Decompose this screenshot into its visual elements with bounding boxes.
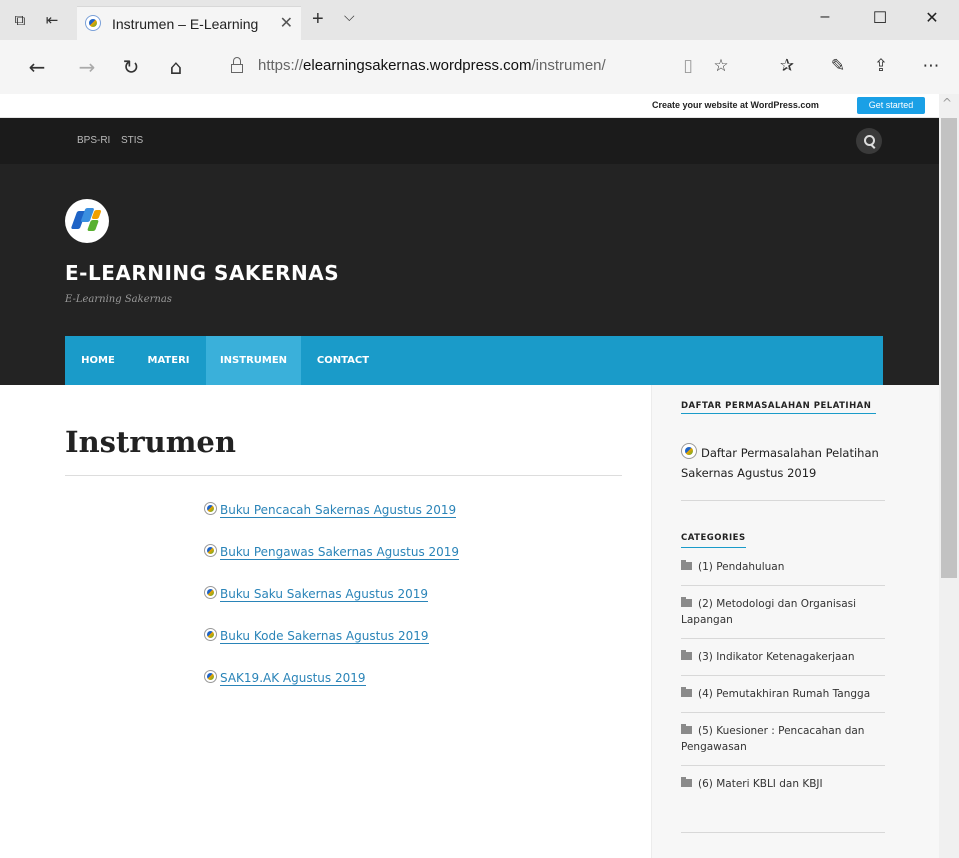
close-window-icon[interactable]: ✕ (912, 8, 952, 32)
top-nav: BPS-RI STIS (0, 118, 939, 164)
document-icon (681, 443, 697, 459)
category-item[interactable]: (5) Kuesioner : Pencacahan dan Pengawasa… (681, 723, 885, 755)
category-divider (681, 585, 885, 586)
instrument-link[interactable]: Buku Saku Sakernas Agustus 2019 (220, 587, 429, 602)
widget-title-categories: CATEGORIES (681, 533, 746, 548)
site-description: E-Learning Sakernas (65, 294, 172, 305)
document-icon (204, 628, 217, 641)
widget-title-pelatihan: DAFTAR PERMASALAHAN PELATIHAN (681, 401, 876, 414)
favorite-star-icon[interactable]: ☆ (710, 55, 732, 77)
more-icon[interactable]: ⋯ (920, 55, 942, 77)
category-item[interactable]: (6) Materi KBLI dan KBJI (681, 776, 885, 792)
top-nav-bps-ri[interactable]: BPS-RI (77, 135, 110, 146)
site-header: BPS-RI STIS E-LEARNING SAKERNAS E-Learni… (0, 118, 939, 385)
folder-icon (681, 724, 692, 734)
instrument-link[interactable]: Buku Kode Sakernas Agustus 2019 (220, 629, 429, 644)
url-path: /instrumen/ (531, 57, 606, 74)
url-domain: elearningsakernas.wordpress.com (303, 57, 532, 74)
instrument-link[interactable]: Buku Pencacah Sakernas Agustus 2019 (220, 503, 457, 518)
home-icon[interactable]: ⌂ (163, 54, 189, 80)
category-item[interactable]: (3) Indikator Ketenagakerjaan (681, 649, 885, 665)
category-divider (681, 765, 885, 766)
instrument-link-item: Buku Pengawas Sakernas Agustus 2019 (204, 544, 460, 562)
nav-item-instrumen[interactable]: INSTRUMEN (206, 336, 301, 385)
category-label[interactable]: (3) Indikator Ketenagakerjaan (698, 651, 855, 663)
category-divider (681, 712, 885, 713)
folder-icon (681, 687, 692, 697)
nav-item-materi[interactable]: MATERI (131, 336, 206, 385)
top-nav-stis[interactable]: STIS (121, 135, 143, 146)
wordpress-bar: Create your website at WordPress.com Get… (0, 94, 939, 118)
create-website-link[interactable]: Create your website at WordPress.com (652, 100, 819, 110)
category-divider (681, 675, 885, 676)
nav-item-home[interactable]: HOME (65, 336, 131, 385)
document-icon (204, 586, 217, 599)
site-logo[interactable] (65, 199, 109, 243)
forward-icon[interactable]: → (74, 54, 100, 80)
main-nav: HOME MATERI INSTRUMEN CONTACT (65, 336, 883, 385)
refresh-icon[interactable]: ↻ (118, 54, 144, 80)
nav-item-contact[interactable]: CONTACT (301, 336, 385, 385)
pelatihan-link[interactable]: Daftar Permasalahan Pelatihan Sakernas A… (681, 446, 879, 480)
tab-title: Instrumen – E-Learning (112, 16, 259, 32)
search-icon[interactable] (856, 128, 882, 154)
browser-tab[interactable]: Instrumen – E-Learning ✕ (77, 6, 301, 40)
document-icon (204, 544, 217, 557)
instrument-link-item: Buku Pencacah Sakernas Agustus 2019 (204, 502, 457, 520)
get-started-button[interactable]: Get started (857, 97, 925, 114)
widget-divider (681, 832, 885, 833)
site-title[interactable]: E-LEARNING SAKERNAS (65, 261, 339, 285)
maximize-icon[interactable]: ☐ (860, 8, 900, 32)
category-label[interactable]: (1) Pendahuluan (698, 561, 784, 573)
back-icon[interactable]: ← (24, 54, 50, 80)
instrument-link-item: Buku Saku Sakernas Agustus 2019 (204, 586, 429, 604)
favorites-hub-icon[interactable]: ✰ (776, 55, 798, 77)
url-prefix: https:// (258, 57, 304, 74)
scroll-up-icon[interactable]: ^ (942, 96, 952, 110)
tab-actions-icon[interactable]: ⧉ (10, 10, 30, 30)
folder-icon (681, 777, 692, 787)
tab-bar: ⧉ ⇤ Instrumen – E-Learning ✕ + ⌵ – ☐ ✕ (0, 0, 959, 40)
instrument-link-item: Buku Kode Sakernas Agustus 2019 (204, 628, 429, 646)
category-label[interactable]: (2) Metodologi dan Organisasi Lapangan (681, 598, 856, 626)
document-icon (204, 670, 217, 683)
instrument-link[interactable]: Buku Pengawas Sakernas Agustus 2019 (220, 545, 460, 560)
page-scrollbar[interactable]: ^ (939, 94, 959, 858)
category-label[interactable]: (5) Kuesioner : Pencacahan dan Pengawasa… (681, 725, 864, 753)
category-divider (681, 638, 885, 639)
instrument-link[interactable]: SAK19.AK Agustus 2019 (220, 671, 366, 686)
set-tabs-aside-icon[interactable]: ⇤ (42, 10, 62, 30)
minimize-icon[interactable]: – (805, 8, 845, 32)
category-item[interactable]: (1) Pendahuluan (681, 559, 885, 575)
site-favicon-icon (85, 15, 101, 31)
reading-view-icon[interactable]: ▯ (677, 55, 699, 77)
folder-icon (681, 650, 692, 660)
document-icon (204, 502, 217, 515)
title-divider (65, 475, 622, 476)
pen-notes-icon[interactable]: ✎ (827, 55, 849, 77)
new-tab-icon[interactable]: + (312, 8, 324, 31)
sidebar: DAFTAR PERMASALAHAN PELATIHAN Daftar Per… (651, 385, 939, 858)
pelatihan-link-item: Daftar Permasalahan Pelatihan Sakernas A… (681, 443, 881, 483)
close-tab-icon[interactable]: ✕ (280, 13, 293, 32)
folder-icon (681, 560, 692, 570)
page-title: Instrumen (65, 425, 236, 459)
widget-divider (681, 500, 885, 501)
category-item[interactable]: (2) Metodologi dan Organisasi Lapangan (681, 596, 885, 628)
category-label[interactable]: (4) Pemutakhiran Rumah Tangga (698, 688, 870, 700)
instrument-link-item: SAK19.AK Agustus 2019 (204, 670, 366, 688)
folder-icon (681, 597, 692, 607)
category-item[interactable]: (4) Pemutakhiran Rumah Tangga (681, 686, 885, 702)
category-label[interactable]: (6) Materi KBLI dan KBJI (698, 778, 823, 790)
lock-icon (230, 57, 244, 73)
url-field[interactable]: https://elearningsakernas.wordpress.com/… (258, 57, 606, 74)
scroll-thumb[interactable] (941, 118, 957, 578)
chevron-down-icon[interactable]: ⌵ (344, 9, 355, 25)
share-icon[interactable]: ⇪ (870, 55, 892, 77)
address-bar: ← → ↻ ⌂ https://elearningsakernas.wordpr… (0, 40, 959, 94)
